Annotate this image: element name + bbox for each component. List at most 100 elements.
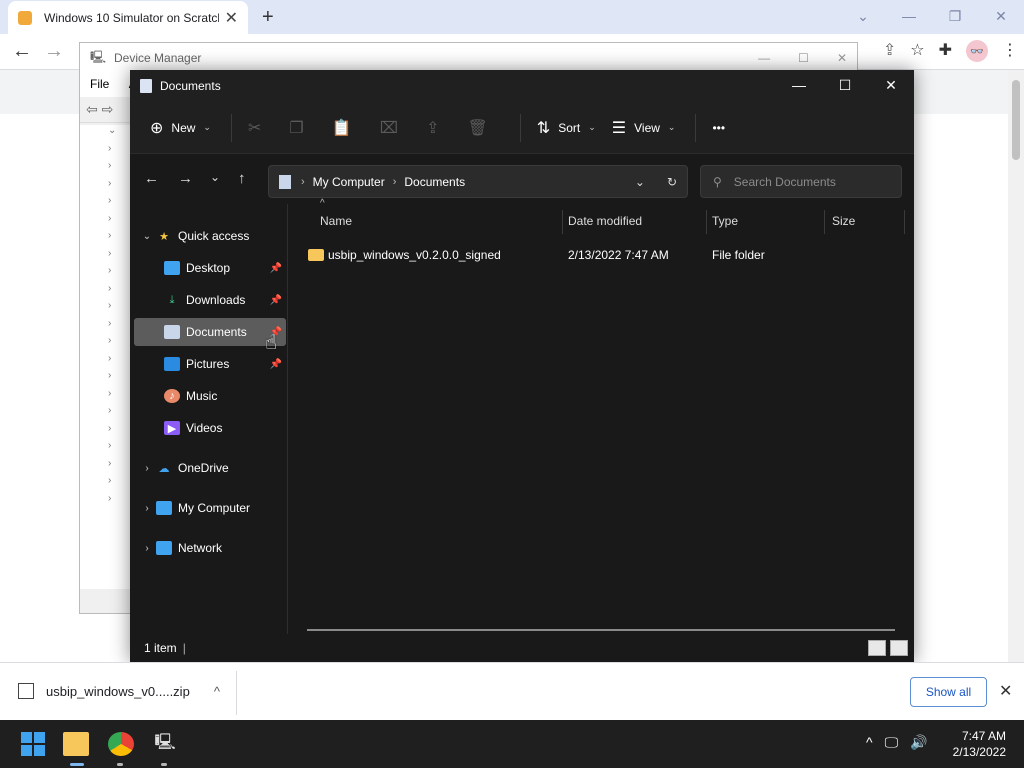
network-monitor-icon[interactable]: 🖵 (885, 734, 899, 751)
volume-icon[interactable]: 🔊 (910, 734, 927, 751)
tree-node[interactable]: › (80, 265, 130, 283)
show-all-button[interactable]: Show all (910, 677, 987, 707)
address-bar[interactable]: › My Computer › Documents ⌄ ↻ (268, 165, 688, 198)
pin-icon[interactable]: 📌 (270, 295, 282, 306)
tree-node[interactable]: › (80, 388, 130, 406)
tree-node[interactable]: › (80, 318, 130, 336)
file-explorer-taskbar-icon[interactable] (63, 732, 89, 756)
column-header-type[interactable]: Type (712, 214, 738, 228)
nav-videos[interactable]: ▶ Videos (134, 414, 286, 442)
nav-quick-access[interactable]: ⌄ ★ Quick access (134, 222, 286, 250)
sort-button[interactable]: ⇅ Sort ⌄ (537, 118, 596, 138)
nav-onedrive[interactable]: › ☁ OneDrive (134, 454, 286, 482)
forward-arrow-icon[interactable]: → (44, 40, 64, 63)
tab-search-icon[interactable]: ⌄ (840, 0, 886, 34)
explorer-close-icon[interactable]: ✕ (868, 70, 914, 102)
tree-node[interactable]: › (80, 423, 130, 441)
tree-node[interactable]: › (80, 300, 130, 318)
tree-node[interactable]: › (80, 493, 130, 511)
page-scrollbar[interactable] (1008, 70, 1024, 662)
tree-node[interactable]: › (80, 370, 130, 388)
dm-forward-icon[interactable]: ⇨ (102, 101, 114, 117)
nav-my-computer[interactable]: › My Computer (134, 494, 286, 522)
expand-chevron-icon[interactable]: ⌄ (138, 231, 156, 242)
column-header-date-modified[interactable]: Date modified (568, 214, 642, 228)
browser-tab[interactable]: Windows 10 Simulator on Scratch ✕ (8, 1, 248, 34)
column-header-size[interactable]: Size (832, 214, 855, 228)
clock[interactable]: 7:47 AM 2/13/2022 (953, 728, 1006, 760)
minimize-icon[interactable]: — (886, 0, 932, 34)
tree-node[interactable]: › (80, 248, 130, 266)
pin-icon[interactable]: 📌 (270, 359, 282, 370)
column-divider[interactable] (904, 210, 905, 234)
search-input[interactable]: ⚲ Search Documents (700, 165, 902, 198)
dm-back-icon[interactable]: ⇦ (86, 101, 98, 117)
column-divider[interactable] (824, 210, 825, 234)
breadcrumb-documents[interactable]: Documents (404, 175, 465, 189)
dm-maximize-icon[interactable]: ☐ (798, 51, 809, 65)
chrome-menu-icon[interactable]: ⋮ (1002, 40, 1018, 62)
nav-music[interactable]: ♪ Music (134, 382, 286, 410)
expand-chevron-icon[interactable]: › (138, 463, 156, 474)
chevron-up-icon[interactable]: ^ (214, 684, 220, 699)
explorer-maximize-icon[interactable]: ☐ (822, 70, 868, 102)
tree-node[interactable]: › (80, 178, 130, 196)
horizontal-scrollbar[interactable] (307, 629, 895, 631)
view-button[interactable]: ☰ View ⌄ (612, 118, 676, 138)
tree-node[interactable]: › (80, 213, 130, 231)
file-row[interactable]: usbip_windows_v0.2.0.0_signed 2/13/2022 … (306, 244, 906, 266)
tree-node[interactable]: › (80, 458, 130, 476)
tree-node[interactable]: › (80, 143, 130, 161)
column-header-name[interactable]: Name (320, 214, 352, 228)
nav-documents[interactable]: Documents 📌 (134, 318, 286, 346)
dm-close-icon[interactable]: ✕ (837, 51, 847, 65)
column-divider[interactable] (706, 210, 707, 234)
bookmark-star-icon[interactable]: ☆ (910, 40, 924, 62)
expand-chevron-icon[interactable]: › (138, 543, 156, 554)
back-arrow-icon[interactable]: ← (144, 170, 159, 187)
copy-icon[interactable]: ❐ (289, 118, 303, 138)
refresh-icon[interactable]: ↻ (667, 175, 677, 189)
download-item[interactable]: usbip_windows_v0.....zip ^ (18, 683, 220, 699)
recent-locations-chevron-icon[interactable]: ⌄ (210, 170, 220, 184)
back-arrow-icon[interactable]: ← (12, 40, 32, 63)
expand-chevron-icon[interactable]: › (138, 503, 156, 514)
tree-node[interactable]: › (80, 160, 130, 178)
scrollbar-thumb[interactable] (1012, 80, 1020, 160)
extensions-puzzle-icon[interactable]: ✚ (939, 40, 952, 62)
details-view-icon[interactable] (868, 640, 886, 656)
tree-node[interactable]: › (80, 405, 130, 423)
tree-node[interactable]: › (80, 475, 130, 493)
tree-node[interactable]: › (80, 335, 130, 353)
up-arrow-icon[interactable]: ↑ (238, 170, 246, 187)
column-divider[interactable] (562, 210, 563, 234)
tree-node[interactable]: › (80, 440, 130, 458)
show-hidden-icons-chevron-icon[interactable]: ^ (866, 734, 873, 751)
device-manager-taskbar-icon[interactable]: 🖳 (152, 732, 178, 756)
close-tab-icon[interactable]: ✕ (225, 8, 238, 28)
paste-icon[interactable]: 📋 (332, 118, 352, 138)
file-explorer-window[interactable]: Documents — ☐ ✕ ⊕ New ⌄ ✂ ❐ 📋 ⌧ ⇪ 🗑 ⇅ So… (130, 70, 914, 662)
menu-file[interactable]: File (90, 77, 109, 91)
windows-start-icon[interactable] (20, 732, 46, 756)
close-window-icon[interactable]: ✕ (978, 0, 1024, 34)
forward-arrow-icon[interactable]: → (178, 170, 193, 187)
breadcrumb-my-computer[interactable]: My Computer (313, 175, 385, 189)
delete-icon[interactable]: 🗑 (467, 118, 487, 138)
pin-icon[interactable]: 📌 (270, 263, 282, 274)
nav-downloads[interactable]: ⤓ Downloads 📌 (134, 286, 286, 314)
tree-node[interactable]: › (80, 195, 130, 213)
share-icon[interactable]: ⇪ (426, 118, 439, 138)
dm-minimize-icon[interactable]: — (758, 51, 770, 65)
nav-network[interactable]: › Network (134, 534, 286, 562)
tree-node[interactable]: › (80, 283, 130, 301)
nav-desktop[interactable]: Desktop 📌 (134, 254, 286, 282)
new-tab-button[interactable]: + (262, 6, 274, 29)
tree-node[interactable]: › (80, 230, 130, 248)
tree-node[interactable]: › (80, 353, 130, 371)
chrome-taskbar-icon[interactable] (108, 732, 134, 756)
restore-icon[interactable]: ❐ (932, 0, 978, 34)
address-dropdown-icon[interactable]: ⌄ (635, 175, 645, 189)
large-icons-view-icon[interactable] (890, 640, 908, 656)
cut-icon[interactable]: ✂ (248, 118, 261, 138)
